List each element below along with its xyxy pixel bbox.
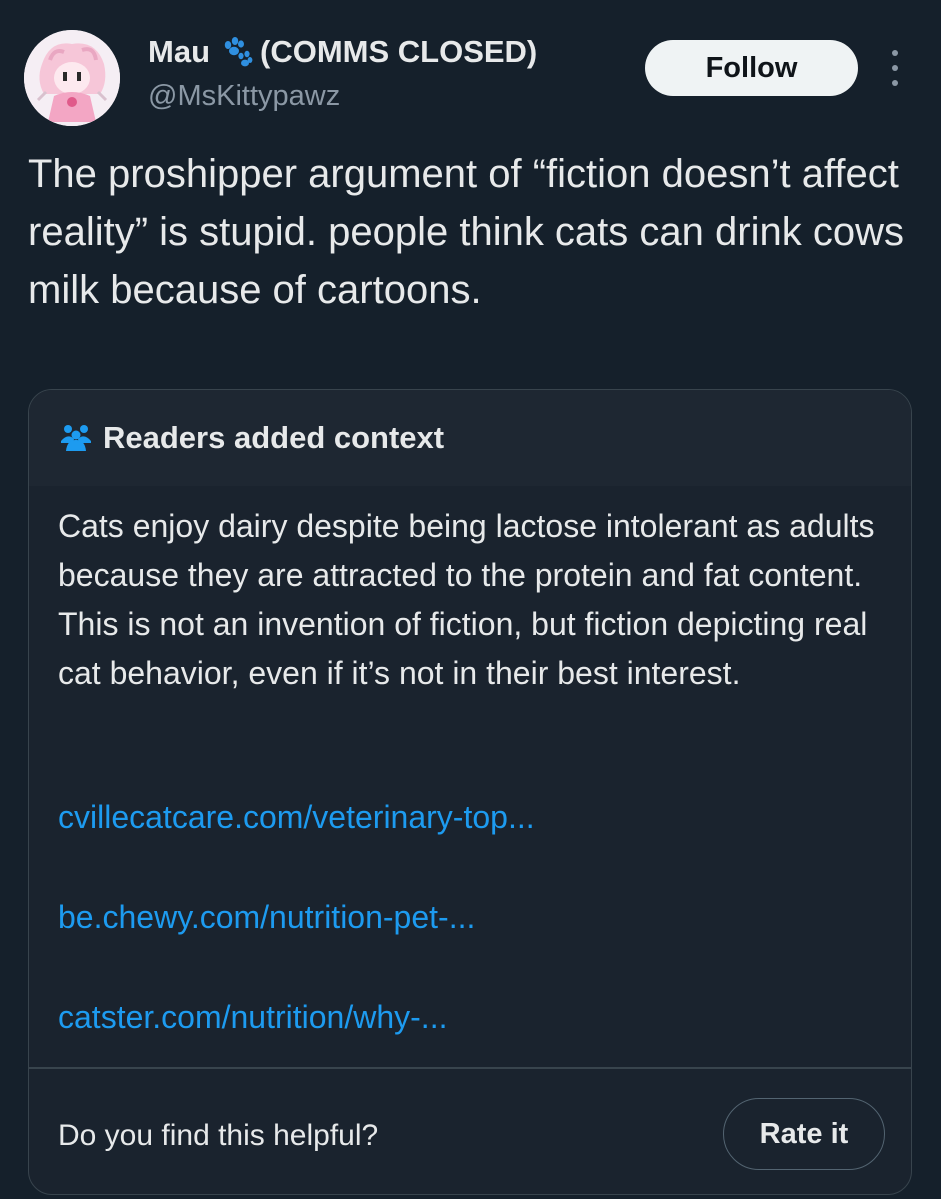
tweet-text: The proshipper argument of “fiction does… (28, 152, 904, 312)
author-name: Mau (148, 34, 210, 69)
source-link[interactable]: catster.com/nutrition/why-... (58, 999, 447, 1036)
helpful-prompt: Do you find this helpful? (58, 1119, 379, 1152)
author-handle[interactable]: @MsKittypawz (148, 80, 340, 113)
more-options-icon[interactable] (884, 50, 906, 86)
author-name-line[interactable]: Mau (COMMS CLOSED) (148, 34, 537, 70)
avatar[interactable] (24, 30, 120, 126)
divider (29, 1067, 911, 1069)
source-link[interactable]: be.chewy.com/nutrition-pet-... (58, 899, 475, 936)
rate-it-button[interactable]: Rate it (723, 1098, 885, 1170)
author-status: (COMMS CLOSED) (260, 34, 538, 69)
source-link[interactable]: cvillecatcare.com/veterinary-top... (58, 799, 535, 836)
follow-button[interactable]: Follow (645, 40, 858, 96)
people-icon (59, 422, 93, 452)
avatar-image (24, 30, 120, 126)
community-note: Readers added context Cats enjoy dairy d… (28, 389, 912, 1195)
community-note-header: Readers added context (29, 390, 911, 486)
tweet-header: Mau (COMMS CLOSED) @MsKittypawz Follow (0, 0, 941, 140)
paw-print-icon (220, 35, 254, 69)
community-note-body: Cats enjoy dairy despite being lactose i… (58, 508, 875, 691)
community-note-title: Readers added context (103, 420, 445, 455)
